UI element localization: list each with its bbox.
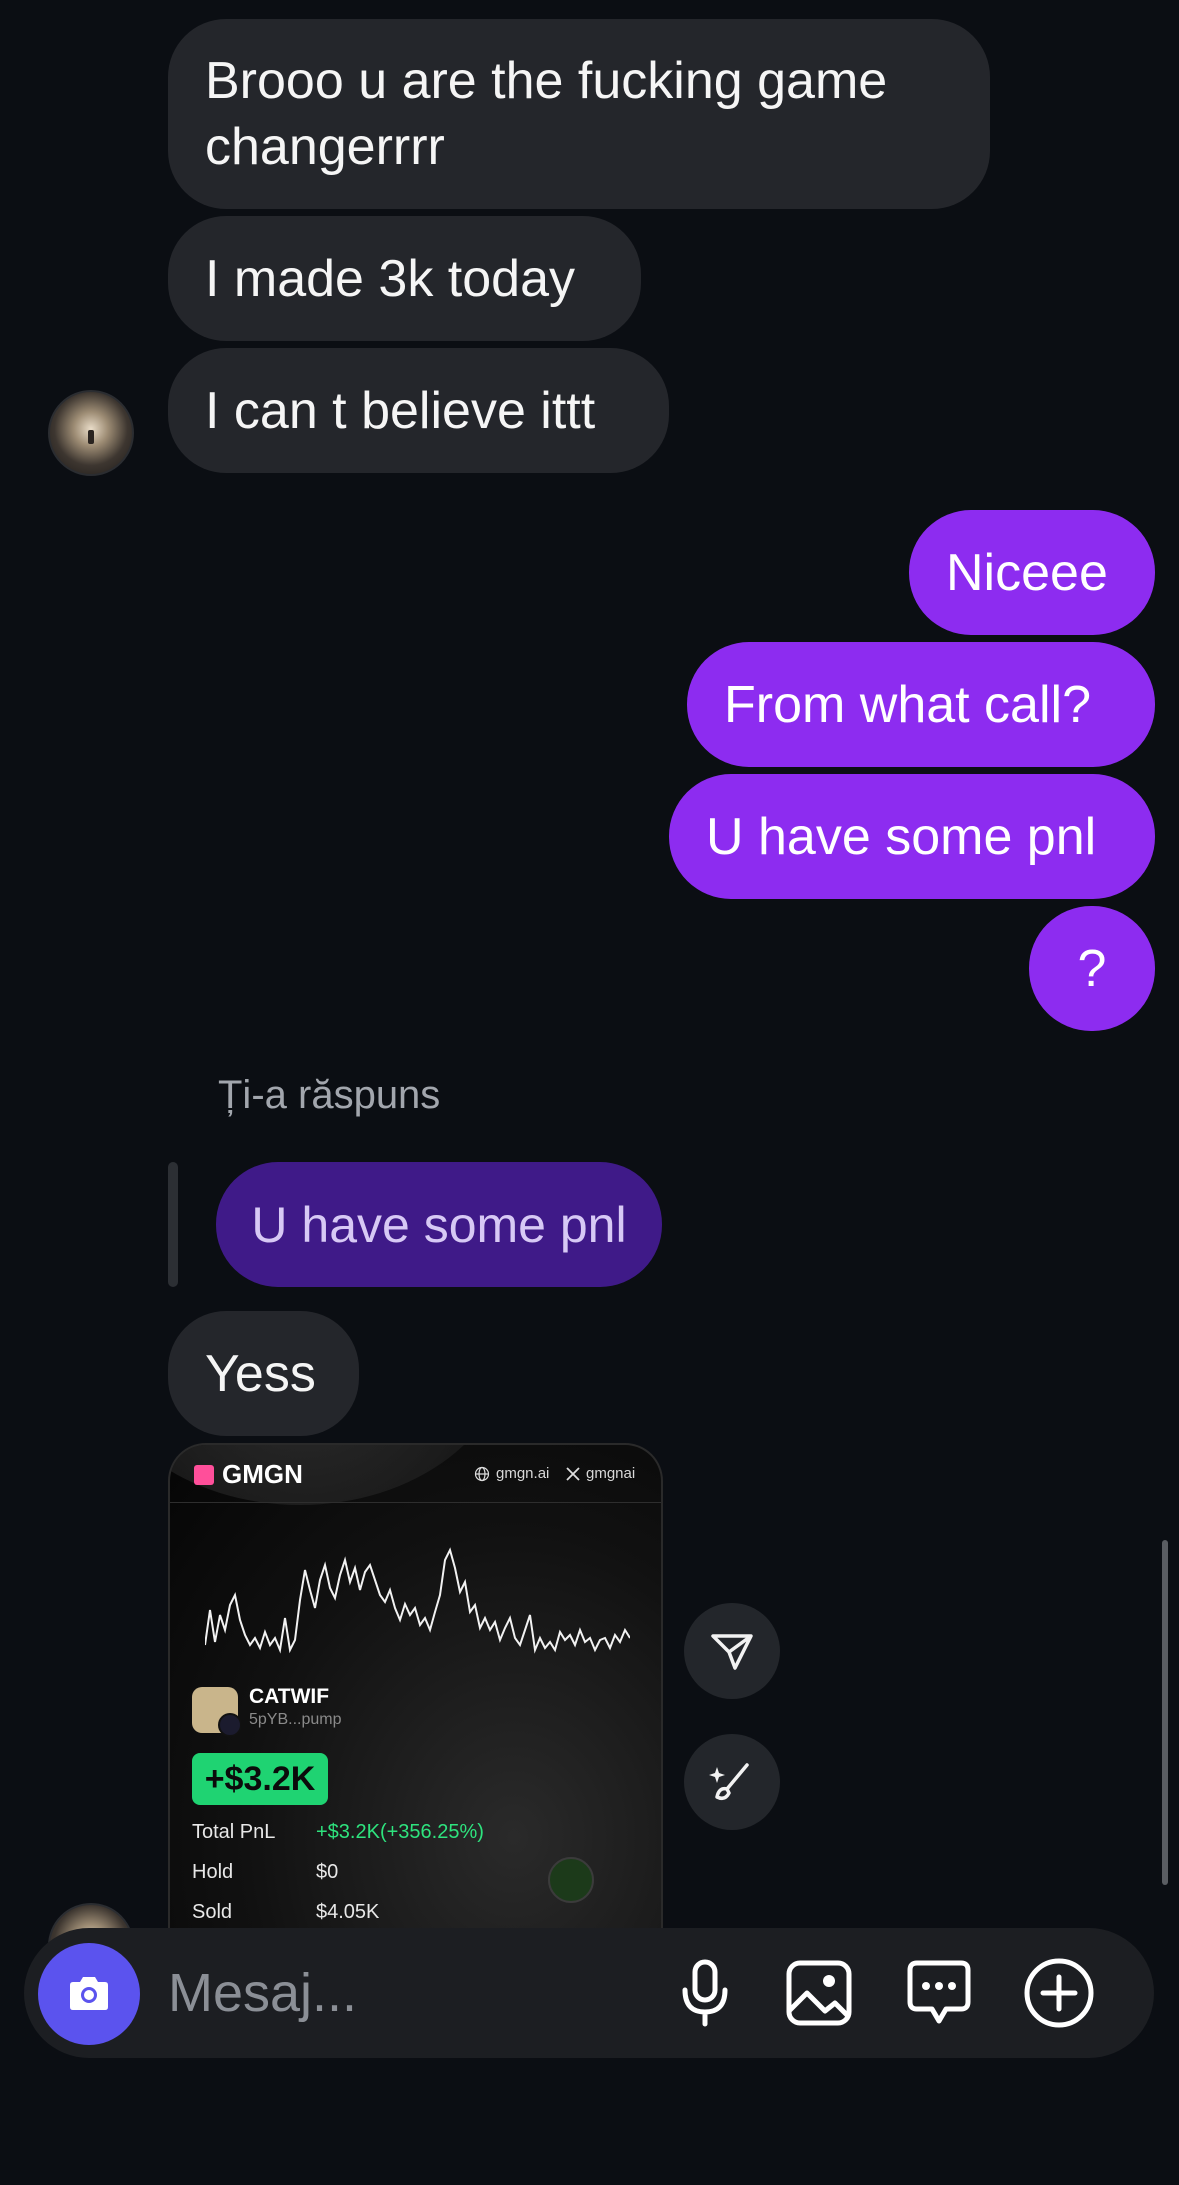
send-icon	[711, 1634, 753, 1670]
image-icon	[786, 1960, 852, 2026]
message-text: I can t believe ittt	[205, 381, 596, 440]
camera-button[interactable]	[38, 1943, 140, 2045]
message-incoming[interactable]: I made 3k today	[168, 216, 641, 341]
message-text: From what call?	[724, 675, 1091, 734]
voice-button[interactable]	[667, 1955, 743, 2031]
token-name: CATWIF	[249, 1685, 330, 1708]
hold-value: $0	[316, 1861, 339, 1883]
contact-avatar[interactable]	[48, 390, 134, 476]
plus-circle-icon	[1024, 1958, 1094, 2028]
token-address: 5pYB...pump	[249, 1711, 342, 1728]
chat-bubble-icon	[907, 1960, 971, 2024]
price-chart	[205, 1547, 630, 1654]
x-logo-icon	[566, 1466, 580, 1481]
message-outgoing[interactable]: From what call?	[687, 642, 1155, 767]
message-text: Niceee	[946, 543, 1108, 602]
scrollbar[interactable]	[1162, 1540, 1168, 1885]
message-text: Yess	[205, 1344, 316, 1403]
message-input[interactable]: Mesaj...	[168, 1962, 357, 2024]
sold-label: Sold	[192, 1901, 233, 1923]
share-button[interactable]	[684, 1603, 780, 1699]
total-pnl-label: Total PnL	[192, 1821, 276, 1843]
sticker-button[interactable]	[901, 1955, 977, 2031]
solana-icon	[218, 1713, 242, 1737]
microphone-icon	[682, 1959, 728, 2027]
more-button[interactable]	[1021, 1955, 1097, 2031]
message-incoming[interactable]: I can t believe ittt	[168, 348, 669, 473]
gmgn-logo: GMGN	[194, 1459, 303, 1490]
sold-value: $4.05K	[316, 1901, 380, 1923]
message-outgoing[interactable]: U have some pnl	[669, 774, 1155, 899]
edit-button[interactable]	[684, 1734, 780, 1830]
pnl-card-image[interactable]: GMGN gmgn.ai gmgnai CATWIF 5pYB...pump +…	[168, 1443, 663, 1935]
total-pnl-value: +$3.2K(+356.25%)	[316, 1821, 484, 1843]
brush-sparkle-icon	[709, 1763, 749, 1801]
reply-indicator	[168, 1162, 178, 1287]
gallery-button[interactable]	[781, 1955, 857, 2031]
pnl-badge: +$3.2K	[192, 1753, 328, 1805]
x-handle: gmgnai	[566, 1465, 635, 1482]
camera-icon	[70, 1977, 108, 2010]
message-outgoing[interactable]: ?	[1029, 906, 1155, 1031]
message-text: ?	[1077, 939, 1107, 998]
message-text: Brooo u are the fucking game changerrrr	[205, 52, 888, 176]
pepe-icon	[548, 1857, 594, 1903]
token-avatar	[192, 1687, 242, 1737]
message-outgoing[interactable]: Niceee	[909, 510, 1155, 635]
frog-logo-icon	[194, 1464, 214, 1485]
message-text: I made 3k today	[205, 249, 575, 308]
message-incoming[interactable]: Brooo u are the fucking game changerrrr	[168, 19, 990, 209]
reply-quote[interactable]: U have some pnl	[216, 1162, 662, 1287]
hold-label: Hold	[192, 1861, 234, 1883]
site-label: gmgn.ai	[474, 1465, 549, 1482]
globe-icon	[474, 1466, 490, 1481]
reply-label: Ți-a răspuns	[218, 1073, 441, 1117]
message-incoming[interactable]: Yess	[168, 1311, 359, 1436]
message-text: U have some pnl	[706, 807, 1097, 866]
